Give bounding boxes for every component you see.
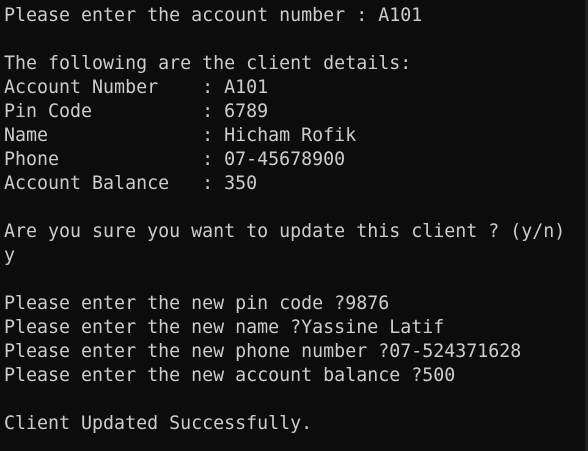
detail-phone: Phone : 07-45678900	[4, 149, 346, 170]
prompt-account-number: Please enter the account number : A101	[4, 5, 423, 26]
confirm-update-prompt: Are you sure you want to update this cli…	[4, 221, 566, 242]
detail-account-number: Account Number : A101	[4, 77, 269, 98]
client-details-heading: The following are the client details:	[4, 53, 412, 74]
prompt-new-pin-code: Please enter the new pin code ?9876	[4, 293, 390, 314]
prompt-new-balance: Please enter the new account balance ?50…	[4, 365, 456, 386]
detail-name: Name : Hicham Rofik	[4, 125, 357, 146]
detail-pin-code: Pin Code : 6789	[4, 101, 269, 122]
console-window[interactable]: Please enter the account number : A101 T…	[0, 0, 588, 451]
confirm-answer: y	[4, 245, 16, 266]
prompt-new-name: Please enter the new name ?Yassine Latif	[4, 317, 445, 338]
prompt-new-phone: Please enter the new phone number ?07-52…	[4, 341, 522, 362]
success-message: Client Updated Successfully.	[4, 413, 313, 434]
detail-account-balance: Account Balance : 350	[4, 173, 258, 194]
